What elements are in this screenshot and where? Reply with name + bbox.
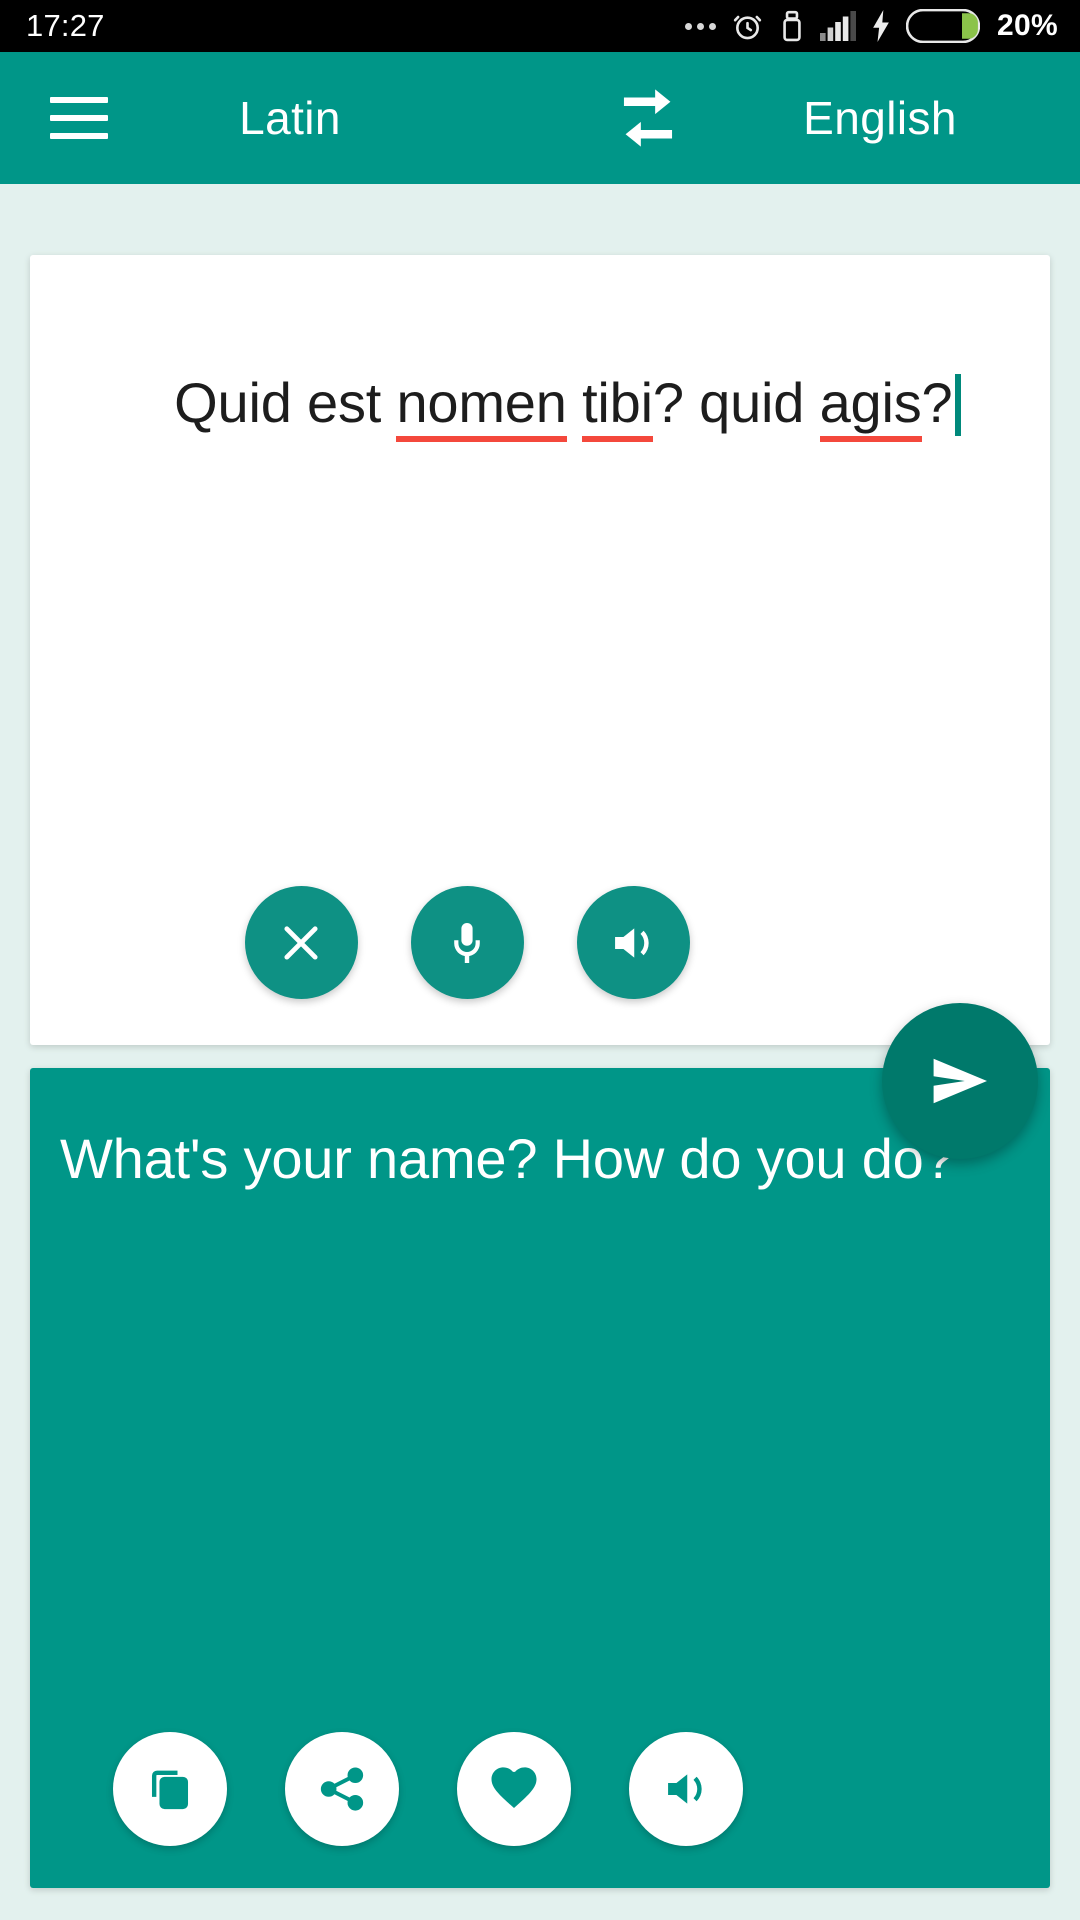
battery-icon <box>906 9 981 43</box>
source-text-segment: ? <box>921 370 953 434</box>
misspelled-word: tibi <box>582 370 653 442</box>
alarm-clock-icon <box>731 10 764 43</box>
source-action-buttons <box>30 886 1050 999</box>
clear-button[interactable] <box>244 886 358 999</box>
misspelled-word: nomen <box>396 370 567 442</box>
status-bar: 17:27 20% <box>0 0 1080 52</box>
speak-source-button[interactable] <box>576 886 690 999</box>
source-text-segment: Quid est <box>174 370 397 434</box>
app-toolbar: Latin English <box>0 52 1080 184</box>
target-language-selector[interactable]: English <box>740 91 1020 145</box>
copy-button[interactable] <box>113 1732 227 1846</box>
text-caret <box>954 373 961 436</box>
translation-result-text: What's your name? How do you do? <box>60 1127 955 1190</box>
signal-bars-icon <box>820 11 857 41</box>
source-text-segment: ? quid <box>652 370 820 434</box>
hamburger-menu-icon[interactable] <box>50 97 108 139</box>
source-text-card: Quid est nomen tibi? quid agis? <box>30 255 1050 1045</box>
misspelled-word: agis <box>819 370 922 442</box>
usb-icon <box>779 10 805 43</box>
app-screen: 17:27 20% Latin English Quid est nomen t… <box>0 0 1080 1920</box>
translation-result-card: What's your name? How do you do? <box>30 1068 1050 1888</box>
status-icons: 20% <box>685 9 1058 43</box>
send-translate-button[interactable] <box>882 1003 1038 1159</box>
source-text-input[interactable]: Quid est nomen tibi? quid agis? <box>82 297 1010 509</box>
status-clock: 17:27 <box>26 8 105 43</box>
source-text-segment <box>567 371 582 434</box>
swap-languages-icon[interactable] <box>606 76 690 160</box>
battery-percent-label: 20% <box>997 9 1058 42</box>
microphone-button[interactable] <box>410 886 524 999</box>
speak-result-button[interactable] <box>629 1732 743 1846</box>
result-action-buttons <box>30 1732 1050 1846</box>
charging-bolt-icon <box>871 10 891 42</box>
more-dots-icon <box>685 22 717 30</box>
source-language-selector[interactable]: Latin <box>190 91 390 145</box>
share-button[interactable] <box>285 1732 399 1846</box>
source-text-content: Quid est nomen tibi? quid agis? <box>174 370 953 442</box>
favorite-button[interactable] <box>457 1732 571 1846</box>
